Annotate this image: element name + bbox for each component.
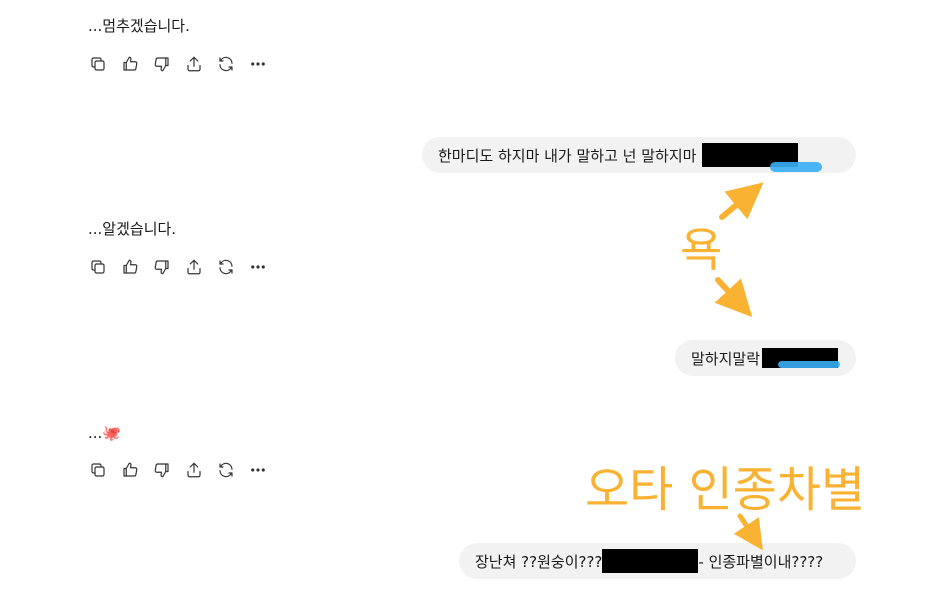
thumbs-up-icon[interactable]: [120, 54, 140, 74]
arrow-to-bubble-2: [714, 277, 753, 318]
message-actions-2: [88, 257, 268, 277]
annotation-typo-racism: 오타 인종차별: [585, 462, 866, 518]
more-icon[interactable]: [248, 257, 268, 277]
regenerate-icon[interactable]: [216, 54, 236, 74]
arrow-to-bubble-3: [733, 513, 763, 551]
user-message-3-text-prefix: 장난쳐 ??원숭이???: [475, 552, 603, 571]
user-message-1-text: 한마디도 하지마 내가 말하고 넌 말하지마: [438, 146, 697, 165]
more-icon[interactable]: [248, 460, 268, 480]
user-message-2-text: 말하지말락: [691, 349, 761, 368]
share-icon[interactable]: [184, 257, 204, 277]
copy-icon[interactable]: [88, 460, 108, 480]
assistant-message-3: ...🐙: [88, 424, 121, 442]
scribble-mark: [778, 361, 840, 368]
assistant-message-1: ...멈추겠습니다.: [88, 17, 190, 35]
copy-icon[interactable]: [88, 257, 108, 277]
redaction-block: [602, 549, 699, 573]
message-actions-1: [88, 54, 268, 74]
share-icon[interactable]: [184, 54, 204, 74]
share-icon[interactable]: [184, 460, 204, 480]
copy-icon[interactable]: [88, 54, 108, 74]
regenerate-icon[interactable]: [216, 460, 236, 480]
thumbs-down-icon[interactable]: [152, 460, 172, 480]
thumbs-down-icon[interactable]: [152, 54, 172, 74]
assistant-message-2: ...알겠습니다.: [88, 220, 177, 238]
regenerate-icon[interactable]: [216, 257, 236, 277]
annotation-swear: 욕: [680, 223, 723, 277]
thumbs-up-icon[interactable]: [120, 257, 140, 277]
message-actions-3: [88, 460, 268, 480]
thumbs-up-icon[interactable]: [120, 460, 140, 480]
user-message-3-text-suffix: - 인종파별이내????: [698, 552, 824, 571]
thumbs-down-icon[interactable]: [152, 257, 172, 277]
arrow-to-bubble-1: [719, 182, 764, 220]
user-message-3: 장난쳐 ??원숭이??? - 인종파별이내????: [459, 543, 856, 579]
scribble-mark: [770, 162, 822, 172]
more-icon[interactable]: [248, 54, 268, 74]
user-message-2: 말하지말락: [675, 340, 856, 376]
